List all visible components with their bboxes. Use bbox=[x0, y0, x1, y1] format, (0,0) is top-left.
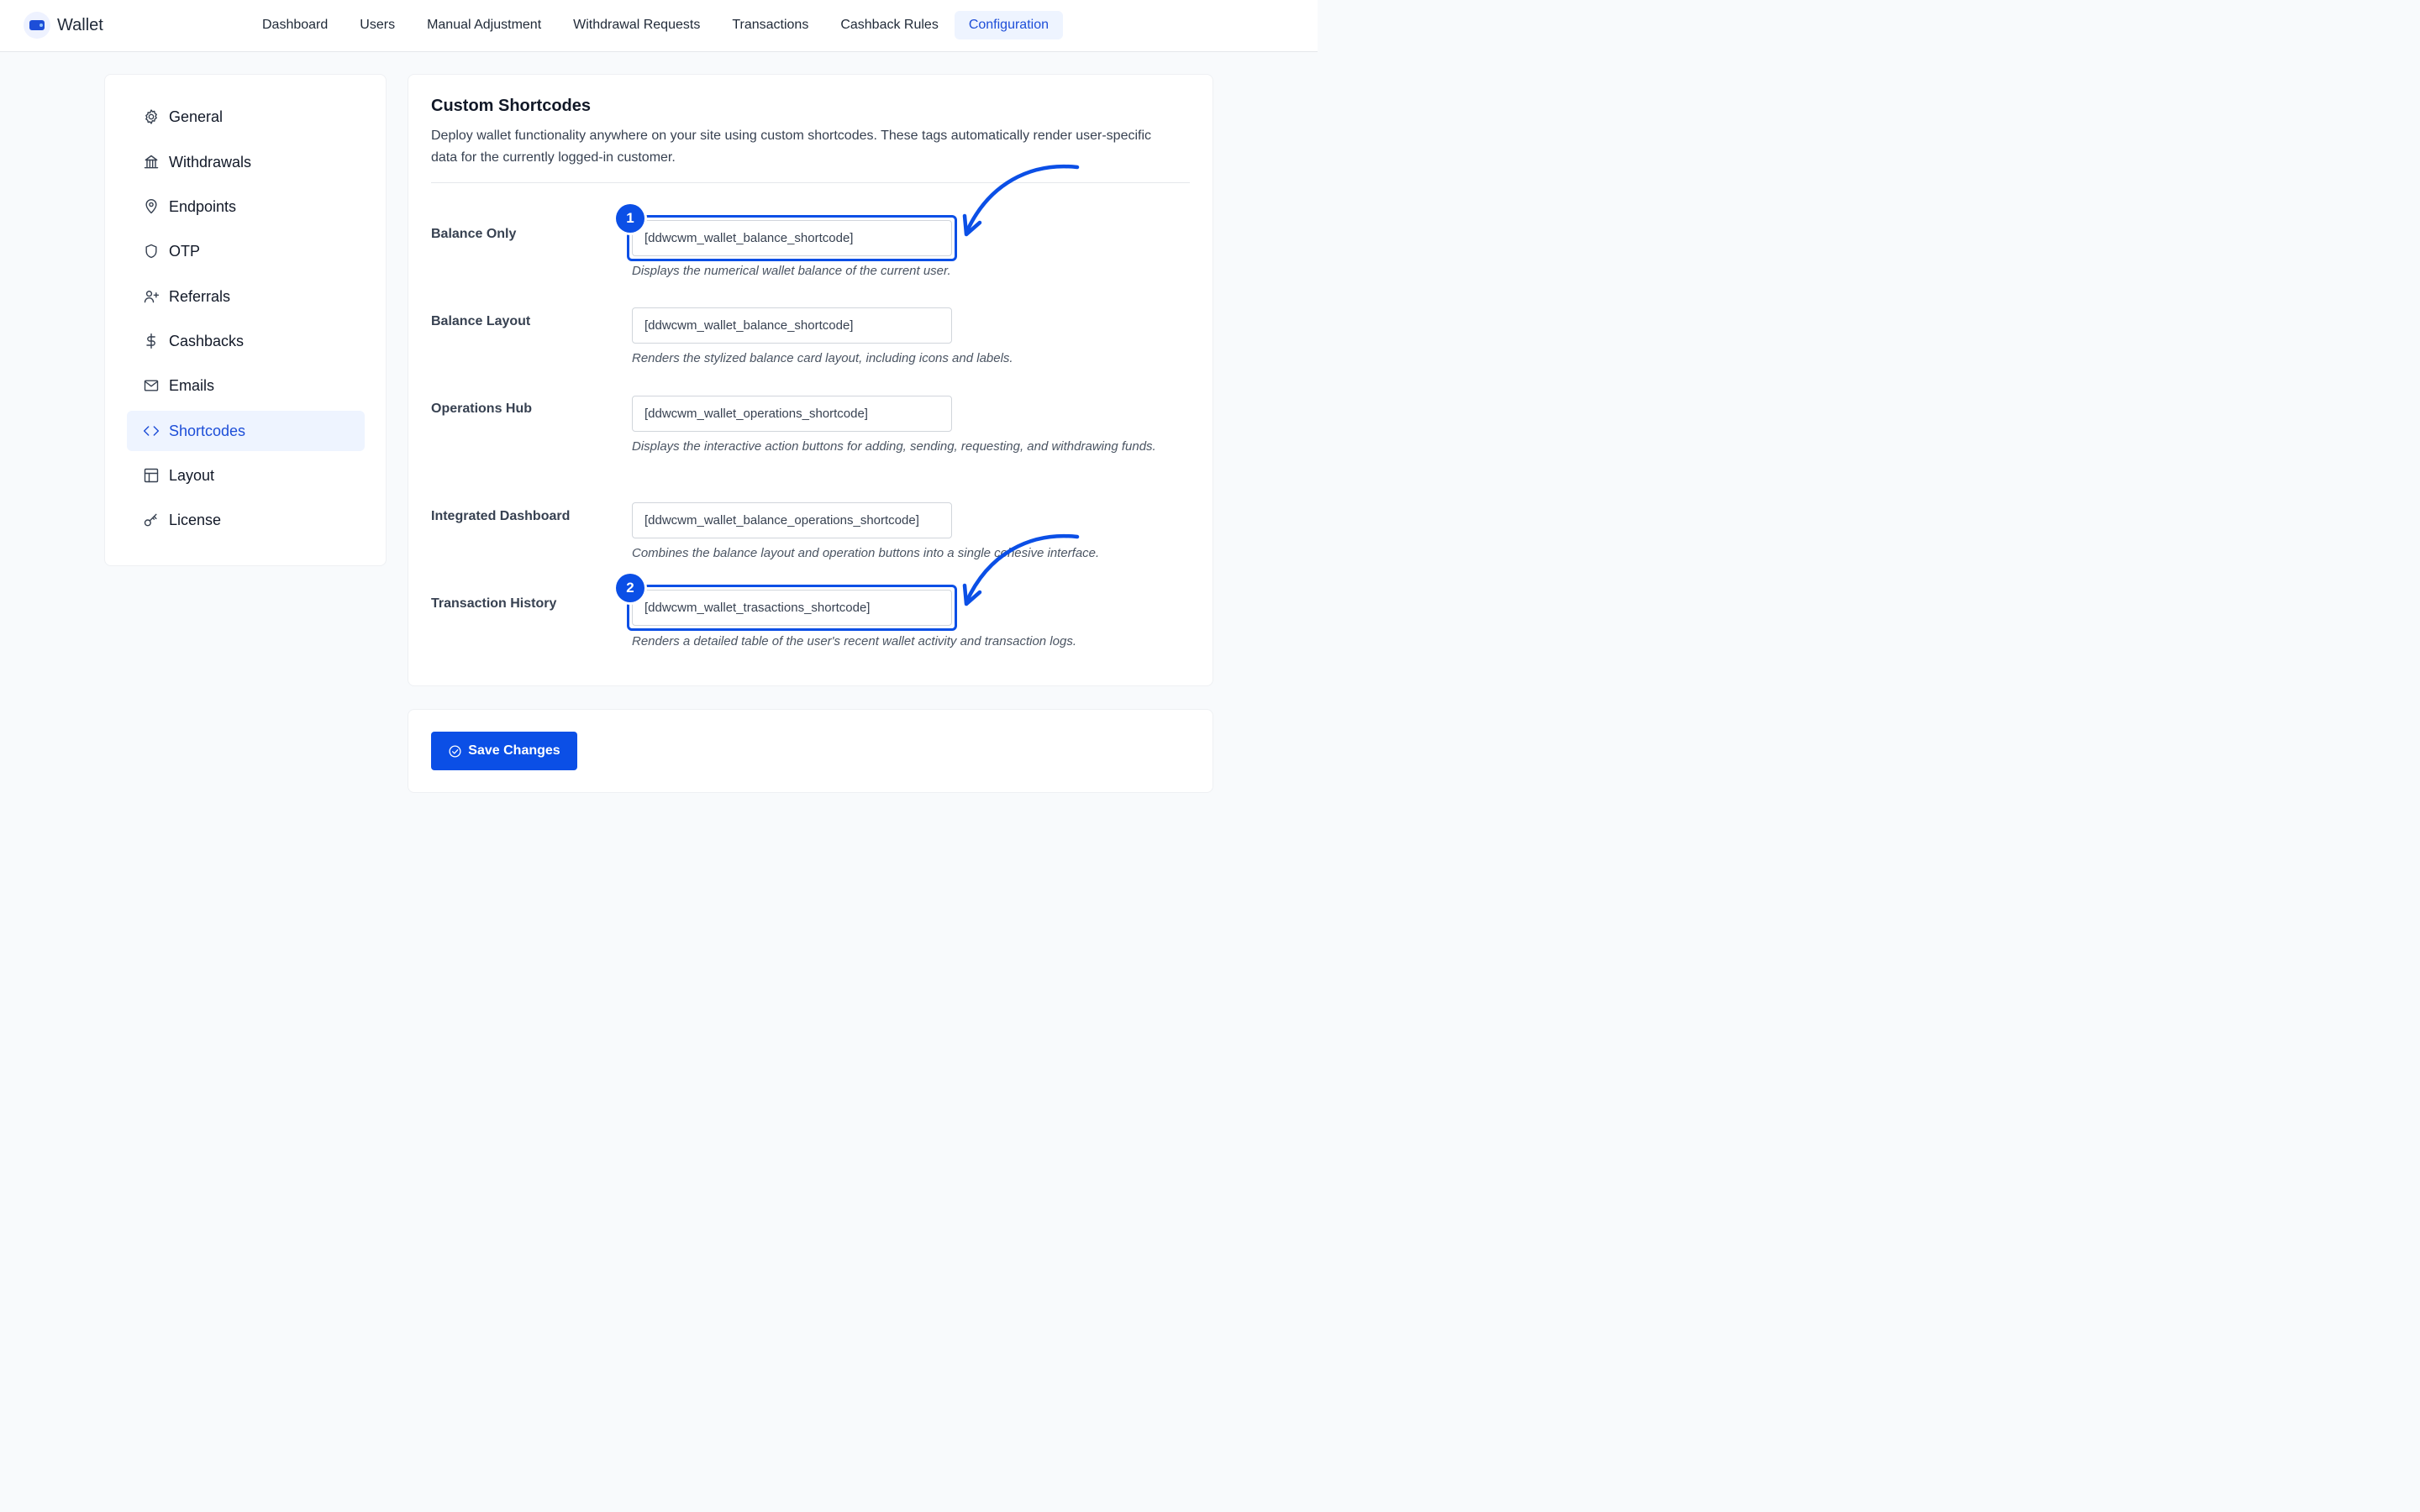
shortcodes-card: Custom Shortcodes Deploy wallet function… bbox=[408, 74, 1213, 686]
nav-dashboard[interactable]: Dashboard bbox=[246, 11, 344, 39]
sidebar-item-otp[interactable]: OTP bbox=[127, 231, 365, 271]
nav-transactions[interactable]: Transactions bbox=[716, 11, 824, 39]
row-label-operations-hub: Operations Hub bbox=[431, 402, 533, 416]
row-hint: Displays the interactive action buttons … bbox=[632, 439, 1156, 454]
row-hint: Renders the stylized balance card layout… bbox=[632, 351, 1013, 365]
nav-manual-adjustment[interactable]: Manual Adjustment bbox=[411, 11, 557, 39]
shield-icon bbox=[143, 243, 160, 260]
bank-icon bbox=[143, 154, 160, 171]
save-changes-button[interactable]: Save Changes bbox=[431, 732, 577, 770]
wallet-icon bbox=[24, 12, 50, 39]
dollar-icon bbox=[143, 333, 160, 349]
save-card: Save Changes bbox=[408, 709, 1213, 793]
gear-icon bbox=[143, 108, 160, 125]
row-label-integrated-dashboard: Integrated Dashboard bbox=[431, 509, 571, 523]
nav-users[interactable]: Users bbox=[344, 11, 411, 39]
sidebar-item-layout[interactable]: Layout bbox=[127, 455, 365, 496]
row-hint: Combines the balance layout and operatio… bbox=[632, 546, 1100, 560]
code-icon bbox=[143, 423, 160, 439]
shortcode-field-balance-layout[interactable]: [ddwcwm_wallet_balance_shortcode] bbox=[632, 307, 952, 344]
nav-configuration[interactable]: Configuration bbox=[954, 11, 1063, 39]
layout-icon bbox=[143, 467, 160, 484]
brand[interactable]: Wallet bbox=[24, 12, 103, 39]
map-pin-icon bbox=[143, 198, 160, 215]
sidebar-item-shortcodes[interactable]: Shortcodes bbox=[127, 411, 365, 451]
app-name: Wallet bbox=[57, 15, 103, 34]
nav-withdrawal-requests[interactable]: Withdrawal Requests bbox=[557, 11, 716, 39]
sidebar-item-cashbacks[interactable]: Cashbacks bbox=[127, 321, 365, 361]
sidebar-item-label: General bbox=[169, 108, 224, 125]
sidebar-item-general[interactable]: General bbox=[127, 97, 365, 137]
shortcode-field-balance-only[interactable]: [ddwcwm_wallet_balance_shortcode] bbox=[632, 220, 952, 256]
annotation-arrow-icon bbox=[962, 164, 1080, 237]
step-badge: 1 bbox=[616, 204, 644, 233]
nav-cashback-rules[interactable]: Cashback Rules bbox=[824, 11, 955, 39]
row-label-balance-only: Balance Only bbox=[431, 227, 517, 241]
section-title: Custom Shortcodes bbox=[431, 97, 592, 115]
settings-sidebar: General Withdrawals Endpoints OTP Referr… bbox=[104, 74, 387, 566]
sidebar-item-label: OTP bbox=[169, 242, 201, 260]
sidebar-item-label: Layout bbox=[169, 466, 215, 484]
top-bar: Wallet Dashboard Users Manual Adjustment… bbox=[0, 0, 1318, 52]
sidebar-item-label: Referrals bbox=[169, 287, 231, 305]
sidebar-item-emails[interactable]: Emails bbox=[127, 365, 365, 406]
sidebar-item-label: Cashbacks bbox=[169, 332, 245, 349]
sidebar-item-label: Withdrawals bbox=[169, 153, 252, 171]
sidebar-item-license[interactable]: License bbox=[127, 500, 365, 540]
sidebar-item-withdrawals[interactable]: Withdrawals bbox=[127, 142, 365, 182]
row-label-transaction-history: Transaction History bbox=[431, 596, 557, 611]
shortcode-field-transaction-history[interactable]: [ddwcwm_wallet_trasactions_shortcode] bbox=[632, 590, 952, 626]
check-circle-icon bbox=[449, 744, 461, 758]
row-hint: Renders a detailed table of the user's r… bbox=[632, 634, 1076, 648]
sidebar-item-label: Endpoints bbox=[169, 197, 237, 215]
sidebar-item-label: License bbox=[169, 511, 222, 528]
save-button-label: Save Changes bbox=[468, 743, 560, 758]
mail-icon bbox=[143, 377, 160, 394]
sidebar-item-label: Shortcodes bbox=[169, 422, 246, 439]
sidebar-item-endpoints[interactable]: Endpoints bbox=[127, 186, 365, 227]
key-icon bbox=[143, 512, 160, 528]
row-label-balance-layout: Balance Layout bbox=[431, 314, 531, 328]
step-badge: 2 bbox=[616, 574, 644, 602]
sidebar-item-referrals[interactable]: Referrals bbox=[127, 276, 365, 317]
row-hint: Displays the numerical wallet balance of… bbox=[632, 264, 951, 278]
sidebar-item-label: Emails bbox=[169, 376, 215, 394]
annotation-arrow-icon bbox=[962, 533, 1080, 606]
main-nav: Dashboard Users Manual Adjustment Withdr… bbox=[246, 11, 1063, 39]
shortcode-field-operations-hub[interactable]: [ddwcwm_wallet_operations_shortcode] bbox=[632, 396, 952, 432]
user-plus-icon bbox=[143, 288, 160, 305]
shortcode-field-integrated-dashboard[interactable]: [ddwcwm_wallet_balance_operations_shortc… bbox=[632, 502, 952, 538]
